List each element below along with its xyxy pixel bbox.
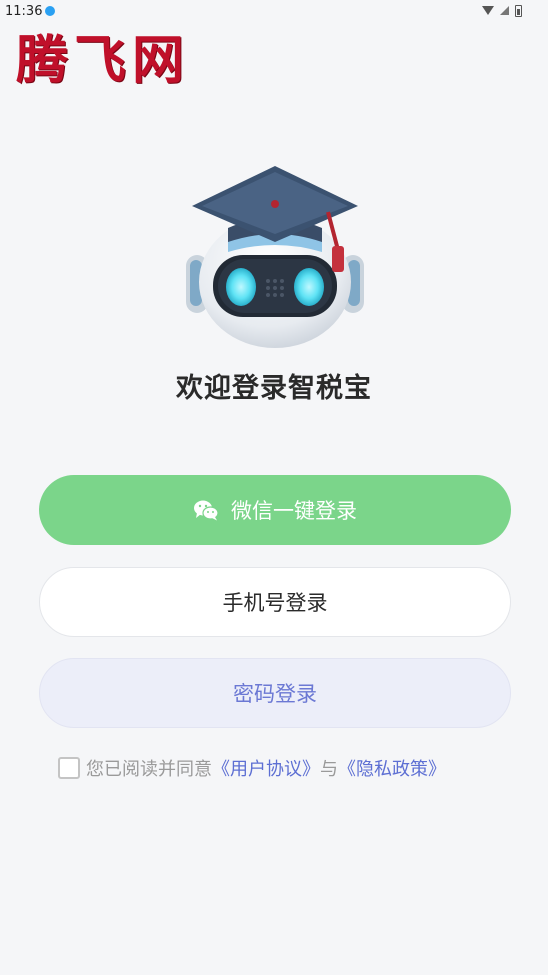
password-login-label: 密码登录 bbox=[233, 682, 317, 706]
phone-login-button[interactable]: 手机号登录 bbox=[39, 567, 511, 637]
phone-login-label: 手机号登录 bbox=[222, 591, 328, 615]
user-agreement-link[interactable]: 《用户协议》 bbox=[212, 755, 320, 781]
agreement-conjunction: 与 bbox=[320, 759, 338, 780]
status-icons bbox=[482, 3, 522, 17]
wechat-icon bbox=[194, 500, 219, 521]
agreement-checkbox[interactable] bbox=[58, 757, 80, 779]
agreement-row: 您已阅读并同意 《用户协议》 与 《隐私政策》 bbox=[58, 756, 446, 780]
wechat-login-label: 微信一键登录 bbox=[231, 499, 357, 523]
watermark-logo: 腾飞网 bbox=[16, 30, 191, 91]
password-login-button[interactable]: 密码登录 bbox=[39, 658, 511, 728]
wifi-icon bbox=[482, 6, 495, 15]
welcome-title: 欢迎登录智税宝 bbox=[176, 373, 372, 404]
privacy-policy-link[interactable]: 《隐私政策》 bbox=[338, 755, 446, 781]
signal-icon bbox=[500, 6, 510, 15]
notification-icon bbox=[45, 6, 55, 16]
battery-icon bbox=[515, 4, 522, 17]
agreement-prefix: 您已阅读并同意 bbox=[86, 759, 212, 780]
wechat-login-button[interactable]: 微信一键登录 bbox=[39, 475, 511, 545]
status-time: 11:36 bbox=[5, 4, 43, 19]
robot-mascot-image bbox=[186, 166, 364, 348]
